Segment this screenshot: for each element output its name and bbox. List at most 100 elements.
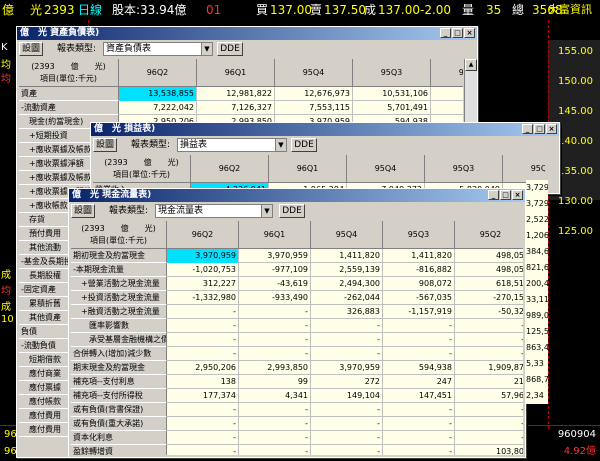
table-cell[interactable]: - xyxy=(239,445,311,455)
table-cell[interactable]: - xyxy=(239,319,311,333)
table-cell[interactable]: 177,374 xyxy=(167,389,239,403)
table-cell[interactable]: 498,05 xyxy=(455,249,523,263)
table-cell[interactable]: - xyxy=(167,333,239,347)
report-type-select[interactable]: 損益表 ▼ xyxy=(177,138,287,152)
table-cell[interactable]: 312,227 xyxy=(167,277,239,291)
dde-button[interactable]: DDE xyxy=(279,204,305,218)
table-cell[interactable]: - xyxy=(455,417,523,431)
chevron-down-icon[interactable]: ▼ xyxy=(261,205,272,217)
table-cell[interactable]: - xyxy=(383,403,455,417)
table-cell[interactable]: 21 xyxy=(455,375,523,389)
income-statement-window[interactable]: 億 光 損益表) _ □ × 設圖 報表類型: 損益表 ▼ DDE (2393 億… xyxy=(90,122,560,194)
table-row[interactable]: 期末現金及約當現金 2,950,206 2,993,850 3,970,959 594,… xyxy=(71,361,523,375)
table-cell[interactable]: - xyxy=(311,347,383,361)
column-header[interactable]: 95Q2 xyxy=(431,59,463,87)
window-titlebar[interactable]: 億 光 資產負債表) _ □ × xyxy=(17,27,477,40)
window-titlebar[interactable]: 億 光 損益表) _ □ × xyxy=(91,123,559,136)
column-header[interactable]: 95Q3 xyxy=(353,59,431,87)
table-cell[interactable]: 149,104 xyxy=(311,389,383,403)
table-cell[interactable]: - xyxy=(455,403,523,417)
table-cell[interactable]: -262,044 xyxy=(311,291,383,305)
table-cell[interactable]: 2,993,850 xyxy=(239,361,311,375)
minimize-icon[interactable]: _ xyxy=(488,190,499,200)
table-cell[interactable]: -43,619 xyxy=(239,277,311,291)
table-cell[interactable]: -1,157,919 xyxy=(383,305,455,319)
table-cell[interactable]: 12,676,973 xyxy=(275,87,353,101)
table-cell[interactable]: - xyxy=(455,431,523,445)
table-cell[interactable]: - xyxy=(311,445,383,455)
report-type-select[interactable]: 資產負債表 ▼ xyxy=(103,42,213,56)
minimize-icon[interactable]: _ xyxy=(522,124,533,134)
table-row[interactable]: 或有負債(重大承諾)----- xyxy=(71,417,523,431)
dde-button[interactable]: DDE xyxy=(217,42,243,56)
table-cell[interactable]: 594,938 xyxy=(383,361,455,375)
column-header[interactable]: 95Q4 xyxy=(347,155,425,183)
table-cell[interactable]: 2,494,300 xyxy=(311,277,383,291)
table-cell[interactable]: 3,970,959 xyxy=(239,249,311,263)
table-cell[interactable]: 1,411,820 xyxy=(383,249,455,263)
chart-settings-button[interactable]: 設圖 xyxy=(71,204,96,218)
table-row[interactable]: 盈餘轉增資 - - - -103,80 xyxy=(71,445,523,455)
table-cell[interactable]: 10,893 xyxy=(431,87,463,101)
table-row[interactable]: 資產 13,538,855 12,981,822 12,676,973 10,531,1… xyxy=(19,87,463,101)
close-icon[interactable]: × xyxy=(546,124,557,134)
table-cell[interactable]: - xyxy=(383,417,455,431)
table-cell[interactable]: - xyxy=(167,319,239,333)
table-cell[interactable]: 103,80 xyxy=(455,445,523,455)
table-cell[interactable]: 6,102 xyxy=(431,101,463,115)
table-cell[interactable]: - xyxy=(311,403,383,417)
chevron-down-icon[interactable]: ▼ xyxy=(201,43,212,55)
table-cell[interactable]: 3,970,959 xyxy=(311,361,383,375)
column-header[interactable]: 95Q3 xyxy=(383,221,455,249)
table-cell[interactable]: 13,538,855 xyxy=(119,87,197,101)
table-row[interactable]: 補充項--支付利息 138 99 272 247 21 xyxy=(71,375,523,389)
table-cell[interactable]: - xyxy=(239,333,311,347)
table-cell[interactable]: -1,020,753 xyxy=(167,263,239,277)
table-row[interactable]: +融資活動之現金流量 - -326,883 -1,157,919 -50,32 xyxy=(71,305,523,319)
window-titlebar[interactable]: 億 光 現金流量表) _ □ × xyxy=(69,189,525,202)
table-cell[interactable]: 7,553,115 xyxy=(275,101,353,115)
table-row[interactable]: 或有負債(背書保證)----- xyxy=(71,403,523,417)
table-row[interactable]: +營業活動之現金流量 312,227 -43,619 2,494,300 908,072… xyxy=(71,277,523,291)
minimize-icon[interactable]: _ xyxy=(440,28,451,38)
table-cell[interactable]: - xyxy=(383,431,455,445)
column-header[interactable]: 96Q1 xyxy=(269,155,347,183)
report-type-select[interactable]: 現金流量表 ▼ xyxy=(155,204,273,218)
table-cell[interactable]: - xyxy=(167,445,239,455)
table-cell[interactable]: - xyxy=(383,445,455,455)
table-cell[interactable]: 5,701,491 xyxy=(353,101,431,115)
table-cell[interactable]: - xyxy=(239,347,311,361)
column-header[interactable]: 95Q4 xyxy=(275,59,353,87)
column-header[interactable]: 95Q3 xyxy=(425,155,503,183)
table-cell[interactable]: -270,15 xyxy=(455,291,523,305)
table-cell[interactable]: -933,490 xyxy=(239,291,311,305)
table-row[interactable]: 資本化利息----- xyxy=(71,431,523,445)
table-cell[interactable]: -1,332,980 xyxy=(167,291,239,305)
table-row[interactable]: 補充項--支付所得稅 177,374 4,341 149,104 147,451 57,9… xyxy=(71,389,523,403)
table-cell[interactable]: 2,950,206 xyxy=(167,361,239,375)
close-icon[interactable]: × xyxy=(464,28,475,38)
chart-settings-button[interactable]: 設圖 xyxy=(93,138,118,152)
table-cell[interactable]: - xyxy=(311,417,383,431)
table-cell[interactable]: - xyxy=(167,305,239,319)
column-header[interactable]: 96Q2 xyxy=(167,221,239,249)
column-header[interactable]: 95Q2 xyxy=(503,155,545,183)
table-row[interactable]: 合併轉入(增加)減少數----- xyxy=(71,347,523,361)
table-cell[interactable]: 908,072 xyxy=(383,277,455,291)
table-cell[interactable]: 247 xyxy=(383,375,455,389)
table-cell[interactable]: 7,126,327 xyxy=(197,101,275,115)
column-header[interactable]: 96Q2 xyxy=(191,155,269,183)
close-icon[interactable]: × xyxy=(512,190,523,200)
table-cell[interactable]: 147,451 xyxy=(383,389,455,403)
table-cell[interactable]: -816,882 xyxy=(383,263,455,277)
table-cell[interactable]: - xyxy=(383,319,455,333)
table-cell[interactable]: - xyxy=(239,417,311,431)
table-cell[interactable]: - xyxy=(455,333,523,347)
table-cell[interactable]: - xyxy=(239,403,311,417)
table-row[interactable]: 期初現金及約當現金 3,970,959 3,970,959 1,411,820 1,41… xyxy=(71,249,523,263)
chevron-down-icon[interactable]: ▼ xyxy=(275,139,286,151)
maximize-icon[interactable]: □ xyxy=(500,190,511,200)
table-cell[interactable]: 1,411,820 xyxy=(311,249,383,263)
table-cell[interactable]: -50,32 xyxy=(455,305,523,319)
table-cell[interactable]: 138 xyxy=(167,375,239,389)
